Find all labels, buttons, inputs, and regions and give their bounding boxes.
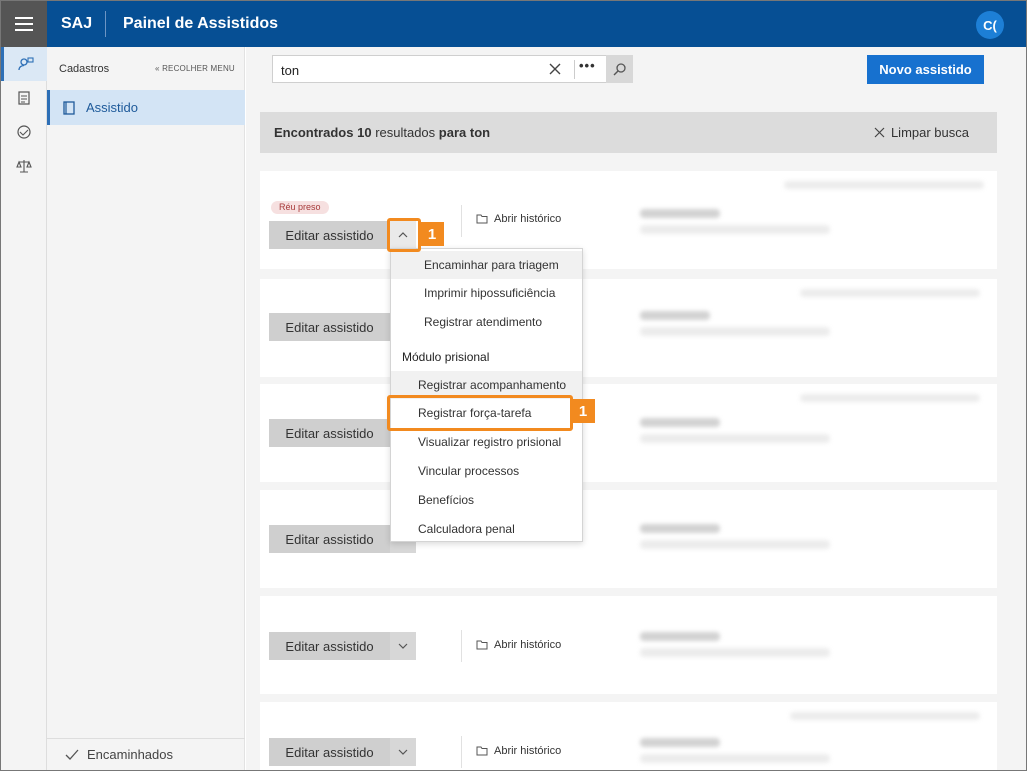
chevron-down-icon [398,643,408,649]
rail-item-clipboard[interactable] [1,81,47,115]
more-options-button[interactable]: ••• [579,58,596,73]
app-window: SAJ Painel de Assistidos C( Cadastros « … [0,0,1027,771]
redacted-details [624,384,996,482]
search-divider [574,60,575,79]
checkmark-icon [65,749,79,760]
open-history-link[interactable]: Abrir histórico [476,745,561,757]
new-assistido-button[interactable]: Novo assistido [867,55,984,84]
result-card: Editar assistido [260,490,997,588]
actions-dropdown-toggle[interactable] [390,738,416,766]
menu-item-encaminhar-triagem[interactable]: Encaminhar para triagem [391,251,582,279]
brand-divider [105,11,106,37]
top-bar: SAJ Painel de Assistidos C( [1,1,1026,47]
divider [461,630,462,662]
menu-item-imprimir-hipossuficiencia[interactable]: Imprimir hipossuficiência [391,279,582,307]
callout-number: 1 [420,222,444,246]
result-card: Editar assistido Abrir histórico [260,702,997,770]
main-content: ••• Novo assistido Encontrados 10 result… [246,47,1026,770]
search-button[interactable] [606,55,633,83]
person-search-icon [17,57,34,71]
menu-item-beneficios[interactable]: Benefícios [391,486,582,514]
search-icon [613,63,626,76]
rail-item-scales[interactable] [1,149,47,183]
sidebar-footer-label: Encaminhados [87,747,173,762]
search-box: ••• [272,55,607,83]
rail-item-assistidos[interactable] [1,47,47,81]
hamburger-menu-icon[interactable] [1,1,47,47]
sidebar-item-encaminhados[interactable]: Encaminhados [47,738,245,770]
chevron-down-icon [398,749,408,755]
divider [461,205,462,237]
result-card: Editar assistido Abrir histórico [260,596,997,694]
edit-assistido-button[interactable]: Editar assistido [269,313,390,341]
menu-item-calculadora-penal[interactable]: Calculadora penal [391,515,582,543]
menu-item-registrar-atendimento[interactable]: Registrar atendimento [391,308,582,336]
folder-open-icon [476,640,488,650]
redacted-details [624,171,996,269]
clear-search-button[interactable]: Limpar busca [874,125,969,140]
open-history-link[interactable]: Abrir histórico [476,213,561,225]
edit-assistido-button[interactable]: Editar assistido [269,221,390,249]
result-card: Editar assistido [260,279,997,377]
search-input[interactable] [281,61,541,79]
app-title: Painel de Assistidos [123,15,279,32]
clipboard-icon [18,91,30,105]
icon-rail [1,47,47,770]
divider [461,736,462,768]
redacted-details [624,596,996,694]
sidebar-item-label: Assistido [86,100,139,115]
scales-icon [16,160,32,173]
close-icon [874,127,885,138]
folder-open-icon [476,214,488,224]
edit-assistido-button[interactable]: Editar assistido [269,632,390,660]
rail-item-handshake[interactable] [1,115,47,149]
collapse-menu-link[interactable]: « RECOLHER MENU [155,64,235,73]
results-summary: Encontrados 10 resultados para ton [274,125,491,140]
edit-assistido-button[interactable]: Editar assistido [269,419,390,447]
side-menu: Cadastros « RECOLHER MENU Assistido Enca… [47,47,245,770]
redacted-details [624,490,996,588]
redacted-details [624,702,996,770]
open-history-link[interactable]: Abrir histórico [476,639,561,651]
callout-highlight-toggle [387,218,421,252]
status-badge: Réu preso [271,201,329,214]
result-card: Réu preso Editar assistido Abrir históri… [260,171,997,269]
sidebar-item-assistido[interactable]: Assistido [47,90,245,125]
edit-assistido-button[interactable]: Editar assistido [269,525,390,553]
user-avatar[interactable]: C( [976,11,1004,39]
handshake-icon [17,125,31,139]
result-card: Editar assistido [260,384,997,482]
callout-highlight-forca-tarefa [387,395,573,431]
book-icon [63,100,75,115]
close-icon[interactable] [547,61,563,77]
menu-section-heading: Módulo prisional [402,350,490,364]
edit-assistido-button[interactable]: Editar assistido [269,738,390,766]
results-summary-bar: Encontrados 10 resultados para ton Limpa… [260,112,997,153]
redacted-details [624,279,996,377]
menu-item-visualizar-registro-prisional[interactable]: Visualizar registro prisional [391,428,582,456]
callout-number: 1 [571,399,595,423]
actions-dropdown-toggle[interactable] [390,632,416,660]
side-menu-heading: Cadastros [59,63,110,75]
folder-open-icon [476,746,488,756]
menu-item-vincular-processos[interactable]: Vincular processos [391,457,582,485]
brand-logo: SAJ [61,15,93,32]
